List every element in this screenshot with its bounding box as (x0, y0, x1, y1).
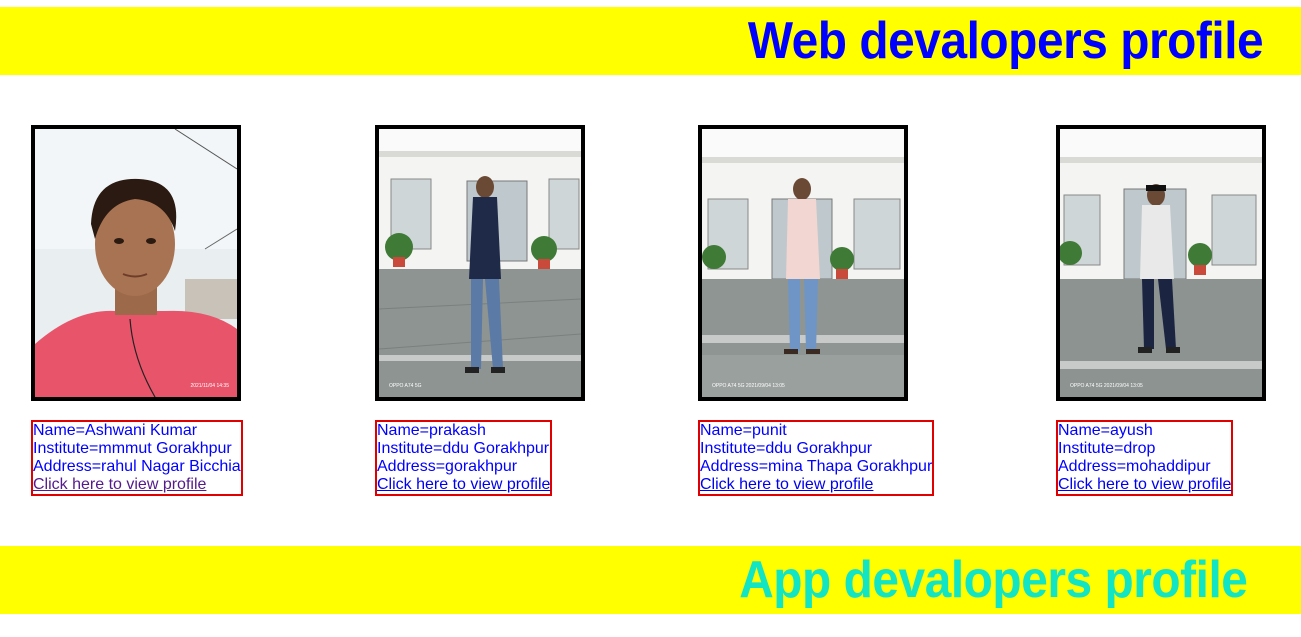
profile-institute: Institute=ddu Gorakhpur (377, 440, 550, 457)
profile-card: OPPO A74 5G 2021/09/04 13:05 Name=punit … (698, 125, 935, 496)
profile-info-box: Name=prakash Institute=ddu Gorakhpur Add… (375, 420, 553, 496)
web-developers-title: Web devalopers profile (747, 12, 1264, 70)
web-developers-banner: Web devalopers profile (0, 7, 1301, 75)
profile-address: Address=rahul Nagar Bicchia (33, 458, 241, 475)
profile-info-box: Name=ayush Institute=drop Address=mohadd… (1056, 420, 1234, 496)
app-developers-banner: App devalopers profile (0, 546, 1301, 614)
view-profile-link[interactable]: Click here to view profile (1058, 476, 1231, 493)
photo-watermark: OPPO A74 5G 2021/09/04 13:05 (1070, 383, 1143, 389)
photo-watermark: OPPO A74 5G (389, 383, 422, 389)
profile-name: Name=prakash (377, 422, 486, 439)
photo-watermark: OPPO A74 5G 2021/09/04 13:05 (712, 383, 785, 389)
profile-institute: Institute=ddu Gorakhpur (700, 440, 873, 457)
profile-photo: OPPO A74 5G 2021/09/04 13:05 (698, 125, 908, 401)
app-developers-title: App devalopers profile (738, 551, 1248, 609)
profile-card: OPPO A74 5G 2021/09/04 13:05 Name=ayush … (1056, 125, 1266, 496)
profile-card: OPPO A74 5G Name=prakash Institute=ddu G… (375, 125, 585, 496)
profile-institute: Institute=mmmut Gorakhpur (33, 440, 232, 457)
photo-watermark: 2021/11/04 14:35 (190, 383, 229, 389)
selfie-photo-image (35, 129, 237, 397)
profile-info-box: Name=Ashwani Kumar Institute=mmmut Gorak… (31, 420, 243, 496)
profile-address: Address=mohaddipur (1058, 458, 1211, 475)
view-profile-link[interactable]: Click here to view profile (33, 476, 206, 493)
profile-address: Address=gorakhpur (377, 458, 518, 475)
corridor-photo-image (702, 129, 904, 397)
profile-photo: 2021/11/04 14:35 (31, 125, 241, 401)
profile-card: 2021/11/04 14:35 Name=Ashwani Kumar Inst… (31, 125, 243, 496)
corridor-photo-image (1060, 129, 1262, 397)
view-profile-link[interactable]: Click here to view profile (377, 476, 550, 493)
profile-photo: OPPO A74 5G 2021/09/04 13:05 (1056, 125, 1266, 401)
corridor-photo-image (379, 129, 581, 397)
profile-address: Address=mina Thapa Gorakhpur (700, 458, 933, 475)
profile-name: Name=Ashwani Kumar (33, 422, 198, 439)
profile-info-box: Name=punit Institute=ddu Gorakhpur Addre… (698, 420, 935, 496)
profile-institute: Institute=drop (1058, 440, 1156, 457)
profile-photo: OPPO A74 5G (375, 125, 585, 401)
profile-name: Name=ayush (1058, 422, 1153, 439)
view-profile-link[interactable]: Click here to view profile (700, 476, 873, 493)
profile-name: Name=punit (700, 422, 787, 439)
